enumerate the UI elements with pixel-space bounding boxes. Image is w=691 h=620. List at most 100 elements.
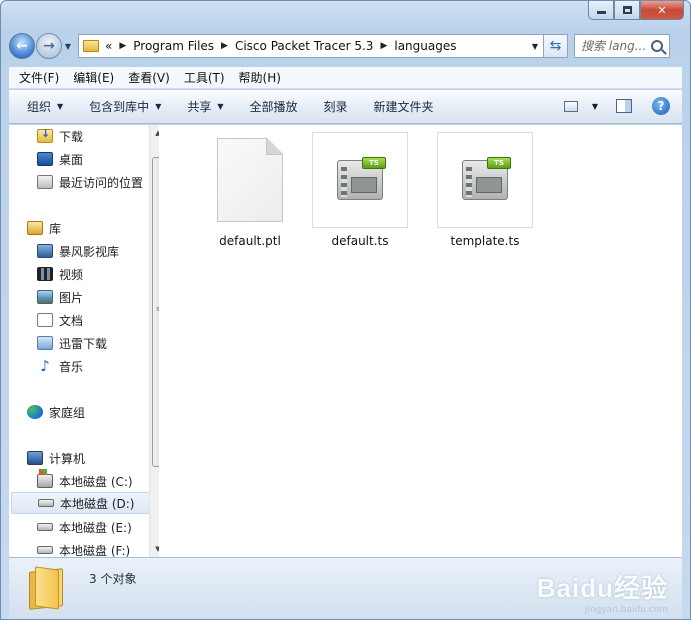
menu-view[interactable]: 查看(V): [128, 69, 170, 86]
downloads-folder-icon: [37, 127, 53, 143]
nav-item-drive-c[interactable]: 本地磁盘 (C:): [37, 469, 159, 492]
nav-item-recent-places[interactable]: 最近访问的位置: [37, 171, 159, 193]
scroll-up-arrow-icon[interactable]: ▲: [150, 125, 159, 141]
nav-label: 家庭组: [49, 405, 86, 420]
explorer-body: 下载 桌面 最近访问的位置 库 暴风影视库 视频 图片 文档 迅雷下载 ♪音乐 …: [9, 125, 682, 557]
nav-label: 最近访问的位置: [59, 175, 144, 190]
navigation-pane: 下载 桌面 最近访问的位置 库 暴风影视库 视频 图片 文档 迅雷下载 ♪音乐 …: [9, 125, 159, 557]
nav-item-desktop[interactable]: 桌面: [37, 148, 159, 170]
search-input[interactable]: [581, 39, 647, 53]
file-thumbnail: TS: [437, 132, 533, 228]
include-in-library-button[interactable]: 包含到库中 ▼: [89, 98, 161, 115]
minimize-button[interactable]: [588, 1, 614, 20]
screen-decoration: [476, 177, 502, 193]
scrollbar-thumb[interactable]: ≡: [152, 157, 159, 467]
ts-file-icon: TS: [462, 157, 511, 200]
system-drive-icon: [37, 469, 53, 488]
watermark-url: jingyan.baidu.com: [584, 605, 668, 615]
nav-item-documents[interactable]: 文档: [37, 309, 159, 331]
details-pane: 3 个对象 Baidu经验 jingyan.baidu.com: [9, 557, 682, 619]
file-thumbnail: TS: [312, 132, 408, 228]
play-all-button[interactable]: 全部播放: [250, 98, 298, 115]
nav-item-thunder-downloads[interactable]: 迅雷下载: [37, 332, 159, 354]
menu-edit[interactable]: 编辑(E): [73, 69, 114, 86]
film-strip-decoration: [466, 167, 472, 197]
desktop-icon: [37, 152, 53, 166]
menu-file[interactable]: 文件(F): [19, 69, 59, 86]
computer-icon: [27, 451, 43, 465]
address-dropdown-button[interactable]: ▼: [527, 42, 543, 51]
scroll-down-arrow-icon[interactable]: ▼: [150, 541, 159, 557]
breadcrumb-cisco-packet-tracer[interactable]: Cisco Packet Tracer 5.3: [235, 39, 373, 53]
menu-help[interactable]: 帮助(H): [239, 69, 281, 86]
help-icon[interactable]: ?: [652, 97, 670, 115]
address-bar[interactable]: « ▶ Program Files ▶ Cisco Packet Tracer …: [78, 34, 544, 58]
menu-bar: 文件(F) 编辑(E) 查看(V) 工具(T) 帮助(H): [9, 67, 682, 89]
chevron-right-icon[interactable]: ▶: [221, 41, 228, 51]
nav-item-videos[interactable]: 视频: [37, 263, 159, 285]
chevron-down-icon: ▼: [155, 102, 162, 111]
item-count: 3 个对象: [89, 572, 137, 586]
nav-item-pictures[interactable]: 图片: [37, 286, 159, 308]
burn-button[interactable]: 刻录: [324, 98, 348, 115]
hard-drive-icon: [37, 546, 53, 554]
file-item[interactable]: TS default.ts: [312, 132, 408, 248]
ts-badge: TS: [487, 157, 511, 169]
chevron-right-icon[interactable]: ▶: [380, 41, 387, 51]
chevron-right-icon[interactable]: ▶: [119, 41, 126, 51]
preview-pane-icon[interactable]: [616, 99, 632, 113]
command-bar: 组织 ▼ 包含到库中 ▼ 共享 ▼ 全部播放 刻录 新建文件夹 ▼ ?: [9, 90, 682, 124]
close-button[interactable]: ✕: [640, 1, 684, 20]
share-label: 共享: [187, 100, 212, 114]
breadcrumb-languages[interactable]: languages: [394, 39, 456, 53]
nav-item-downloads[interactable]: 下载: [37, 125, 159, 147]
nav-label: 本地磁盘 (D:): [60, 496, 135, 511]
nav-label: 文档: [59, 313, 84, 328]
nav-label: 本地磁盘 (E:): [59, 520, 132, 535]
recent-pages-dropdown[interactable]: ▼: [62, 42, 74, 51]
nav-item-computer[interactable]: 计算机: [27, 447, 159, 469]
breadcrumb-overflow[interactable]: «: [105, 39, 112, 53]
refresh-button[interactable]: ⇆: [544, 34, 568, 58]
back-button[interactable]: ←: [9, 33, 35, 59]
nav-label: 本地磁盘 (F:): [59, 543, 131, 558]
nav-item-homegroup[interactable]: 家庭组: [27, 401, 159, 423]
folder-icon: [83, 40, 99, 52]
search-icon[interactable]: [651, 40, 663, 52]
navigation-scrollbar[interactable]: ▲ ≡ ▼: [149, 125, 159, 557]
nav-item-baofeng-library[interactable]: 暴风影视库: [37, 240, 159, 262]
organize-button[interactable]: 组织 ▼: [27, 98, 63, 115]
nav-item-drive-d[interactable]: 本地磁盘 (D:): [11, 492, 159, 514]
refresh-icon: ⇆: [549, 38, 562, 54]
forward-arrow-icon: →: [43, 38, 55, 54]
menu-tools[interactable]: 工具(T): [184, 69, 225, 86]
blank-file-icon: [217, 138, 283, 222]
screen-decoration: [351, 177, 377, 193]
nav-label: 库: [49, 221, 62, 236]
forward-button[interactable]: →: [36, 33, 62, 59]
search-box[interactable]: [574, 34, 670, 58]
maximize-button[interactable]: [614, 1, 640, 20]
nav-label: 音乐: [59, 359, 84, 374]
file-name: template.ts: [450, 234, 520, 248]
watermark-logo: Baidu经验: [536, 573, 668, 603]
new-folder-button[interactable]: 新建文件夹: [374, 98, 434, 115]
maximize-icon: [622, 6, 632, 14]
nav-item-music[interactable]: ♪ 音乐: [37, 355, 159, 377]
file-item[interactable]: default.ptl: [202, 132, 298, 248]
nav-item-drive-f[interactable]: 本地磁盘 (F:): [37, 539, 159, 557]
view-options-icon[interactable]: [563, 100, 578, 112]
breadcrumb-program-files[interactable]: Program Files: [133, 39, 214, 53]
baidu-watermark: Baidu经验 jingyan.baidu.com: [537, 568, 668, 615]
ts-file-icon: TS: [337, 157, 386, 200]
chevron-down-icon: ▼: [57, 102, 64, 111]
nav-label: 桌面: [59, 152, 84, 167]
nav-item-drive-e[interactable]: 本地磁盘 (E:): [37, 516, 159, 538]
nav-label: 视频: [59, 267, 84, 282]
music-note-icon: ♪: [40, 357, 50, 375]
file-item[interactable]: TS template.ts: [437, 132, 533, 248]
share-button[interactable]: 共享 ▼: [187, 98, 223, 115]
document-icon: [37, 313, 53, 327]
nav-item-libraries[interactable]: 库: [27, 217, 159, 239]
view-options-dropdown[interactable]: ▼: [592, 102, 598, 111]
